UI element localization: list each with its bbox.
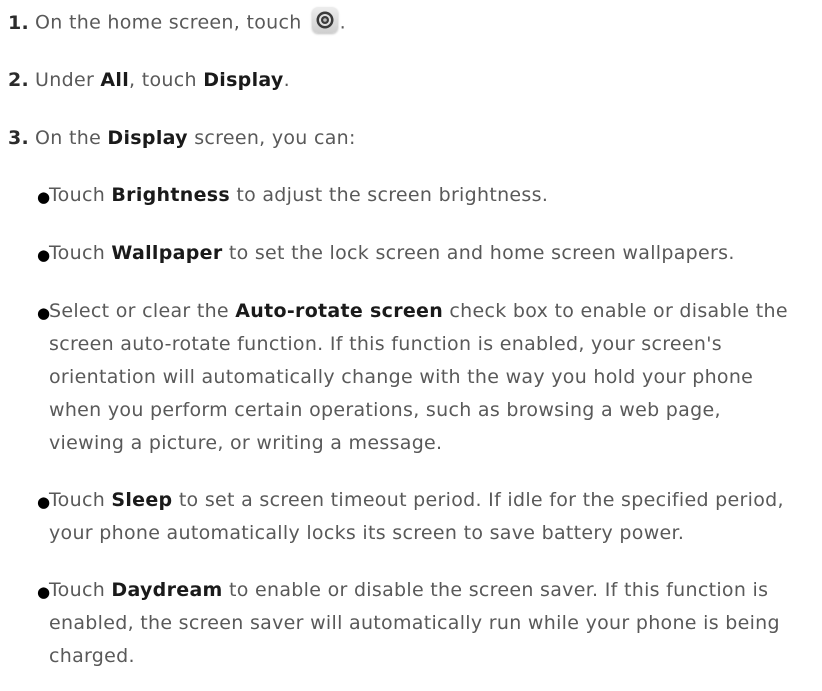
bullet-text: to enable or disable the screen saver. I… (229, 579, 769, 601)
keyword-sleep: Sleep (111, 489, 173, 511)
keyword-all: All (100, 69, 130, 91)
bullet-text: viewing a picture, or writing a message. (49, 432, 443, 454)
step-number: 1. (8, 11, 30, 34)
keyword-wallpaper: Wallpaper (111, 242, 223, 264)
step-number: 2. (8, 69, 30, 91)
bullet-text: to set a screen timeout period. If idle … (178, 489, 784, 511)
bullet-text: screen auto-rotate function. If this fun… (49, 333, 722, 355)
bullet-text: Touch (49, 242, 106, 264)
bullet-text: enabled, the screen saver will automatic… (49, 612, 780, 634)
bullet-dot: ● (37, 188, 51, 206)
step-text: On the home screen, touch (35, 11, 302, 34)
bullet-text: charged. (49, 645, 135, 667)
bullet-text: check box to enable or disable the (449, 300, 788, 322)
step-text: Under (35, 69, 95, 91)
step-1: 1. On the home screen, touch. (8, 7, 346, 36)
bullet-wallpaper: ● Touch Wallpaper to set the lock screen… (37, 238, 822, 271)
keyword-display: Display (107, 127, 188, 149)
bullet-dot: ● (37, 583, 51, 601)
bullet-text: orientation will automatically change wi… (49, 366, 754, 388)
bullet-sleep: ● Touch Sleep to set a screen timeout pe… (37, 485, 822, 551)
bullet-auto-rotate: ● Select or clear the Auto-rotate screen… (37, 296, 822, 461)
bullet-text: Select or clear the (49, 300, 229, 322)
step-2: 2. Under All, touch Display. (8, 68, 290, 92)
bullet-brightness: ● Touch Brightness to adjust the screen … (37, 180, 822, 213)
step-number: 3. (8, 127, 30, 149)
settings-gear-icon (311, 7, 338, 33)
keyword-brightness: Brightness (111, 184, 230, 206)
bullet-text: to set the lock screen and home screen w… (228, 242, 735, 264)
bullet-daydream: ● Touch Daydream to enable or disable th… (37, 575, 822, 674)
step-text-end: . (339, 11, 346, 34)
bullet-dot: ● (37, 246, 51, 264)
keyword-auto-rotate-screen: Auto-rotate screen (235, 300, 444, 322)
bullet-text: your phone automatically locks its scree… (49, 522, 685, 544)
step-text: screen, you can: (194, 127, 356, 149)
instruction-page: 1. On the home screen, touch. 2. Under All… (0, 0, 822, 691)
step-text: On the (35, 127, 102, 149)
step-text-end: . (283, 69, 290, 91)
step-3: 3. On the Display screen, you can: (8, 126, 356, 150)
bullet-text: Touch (49, 184, 106, 206)
bullet-text: Touch (49, 579, 106, 601)
bullet-dot: ● (37, 304, 51, 322)
step-text: , touch (129, 69, 197, 91)
bullet-text: Touch (49, 489, 106, 511)
keyword-display: Display (203, 69, 284, 91)
bullet-dot: ● (37, 493, 51, 511)
bullet-text: to adjust the screen brightness. (236, 184, 549, 206)
bullet-text: when you perform certain operations, suc… (49, 399, 721, 421)
keyword-daydream: Daydream (111, 579, 223, 601)
